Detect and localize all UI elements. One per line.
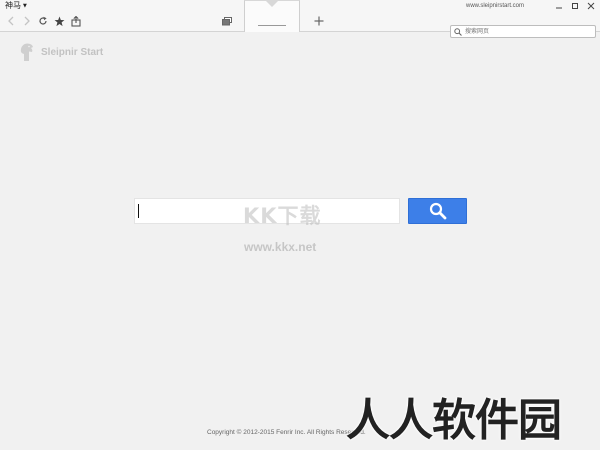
minimize-icon	[556, 7, 562, 8]
share-button[interactable]	[70, 15, 82, 27]
close-button[interactable]	[584, 0, 598, 11]
tabs-overview-icon	[222, 16, 232, 25]
watermark-rrrj: 人人软件园	[346, 395, 562, 446]
search-button[interactable]	[408, 198, 467, 224]
forward-button[interactable]	[21, 15, 33, 27]
forward-arrow-icon	[24, 16, 30, 26]
tab-indicator	[265, 0, 279, 7]
share-icon	[71, 15, 81, 27]
copyright-footer: Copyright © 2012-2015 Fenrir Inc. All Ri…	[207, 429, 366, 436]
toolbar-search-input[interactable]	[463, 26, 593, 37]
maximize-icon	[572, 2, 578, 9]
toolbar-search[interactable]	[450, 25, 596, 38]
chevron-down-icon: ▼	[23, 3, 27, 9]
minimize-button[interactable]	[552, 0, 566, 11]
back-button[interactable]	[5, 15, 17, 27]
title-bar: 神马 ▼ www.sleipnirstart.com	[0, 0, 600, 12]
reload-icon	[39, 16, 47, 25]
bookmark-button[interactable]	[53, 15, 65, 27]
watermark-kk: KK下载	[243, 204, 322, 228]
search-icon	[453, 27, 463, 37]
tab-title: ...	[258, 23, 286, 26]
browser-toolbar	[0, 12, 600, 38]
address-text[interactable]: www.sleipnirstart.com	[466, 2, 524, 10]
sleipnir-logo[interactable]: Sleipnir Start	[18, 42, 103, 62]
tabs-overview-button[interactable]	[220, 14, 234, 28]
star-icon	[54, 16, 64, 26]
logo-text: Sleipnir Start	[41, 46, 104, 58]
back-arrow-icon	[8, 16, 14, 26]
tab-active[interactable]: ...	[244, 0, 300, 32]
plus-icon	[314, 16, 324, 26]
search-icon	[429, 202, 446, 220]
text-caret	[138, 204, 139, 218]
app-menu-label: 神马	[5, 1, 21, 10]
app-menu[interactable]: 神马 ▼	[5, 1, 27, 11]
watermark-url: www.kkx.net	[244, 240, 317, 254]
reload-button[interactable]	[37, 15, 49, 27]
new-tab-button[interactable]	[312, 14, 326, 28]
maximize-button[interactable]	[568, 0, 582, 11]
horse-logo-icon	[20, 43, 33, 61]
window-controls	[552, 0, 598, 12]
close-icon	[587, 2, 595, 9]
